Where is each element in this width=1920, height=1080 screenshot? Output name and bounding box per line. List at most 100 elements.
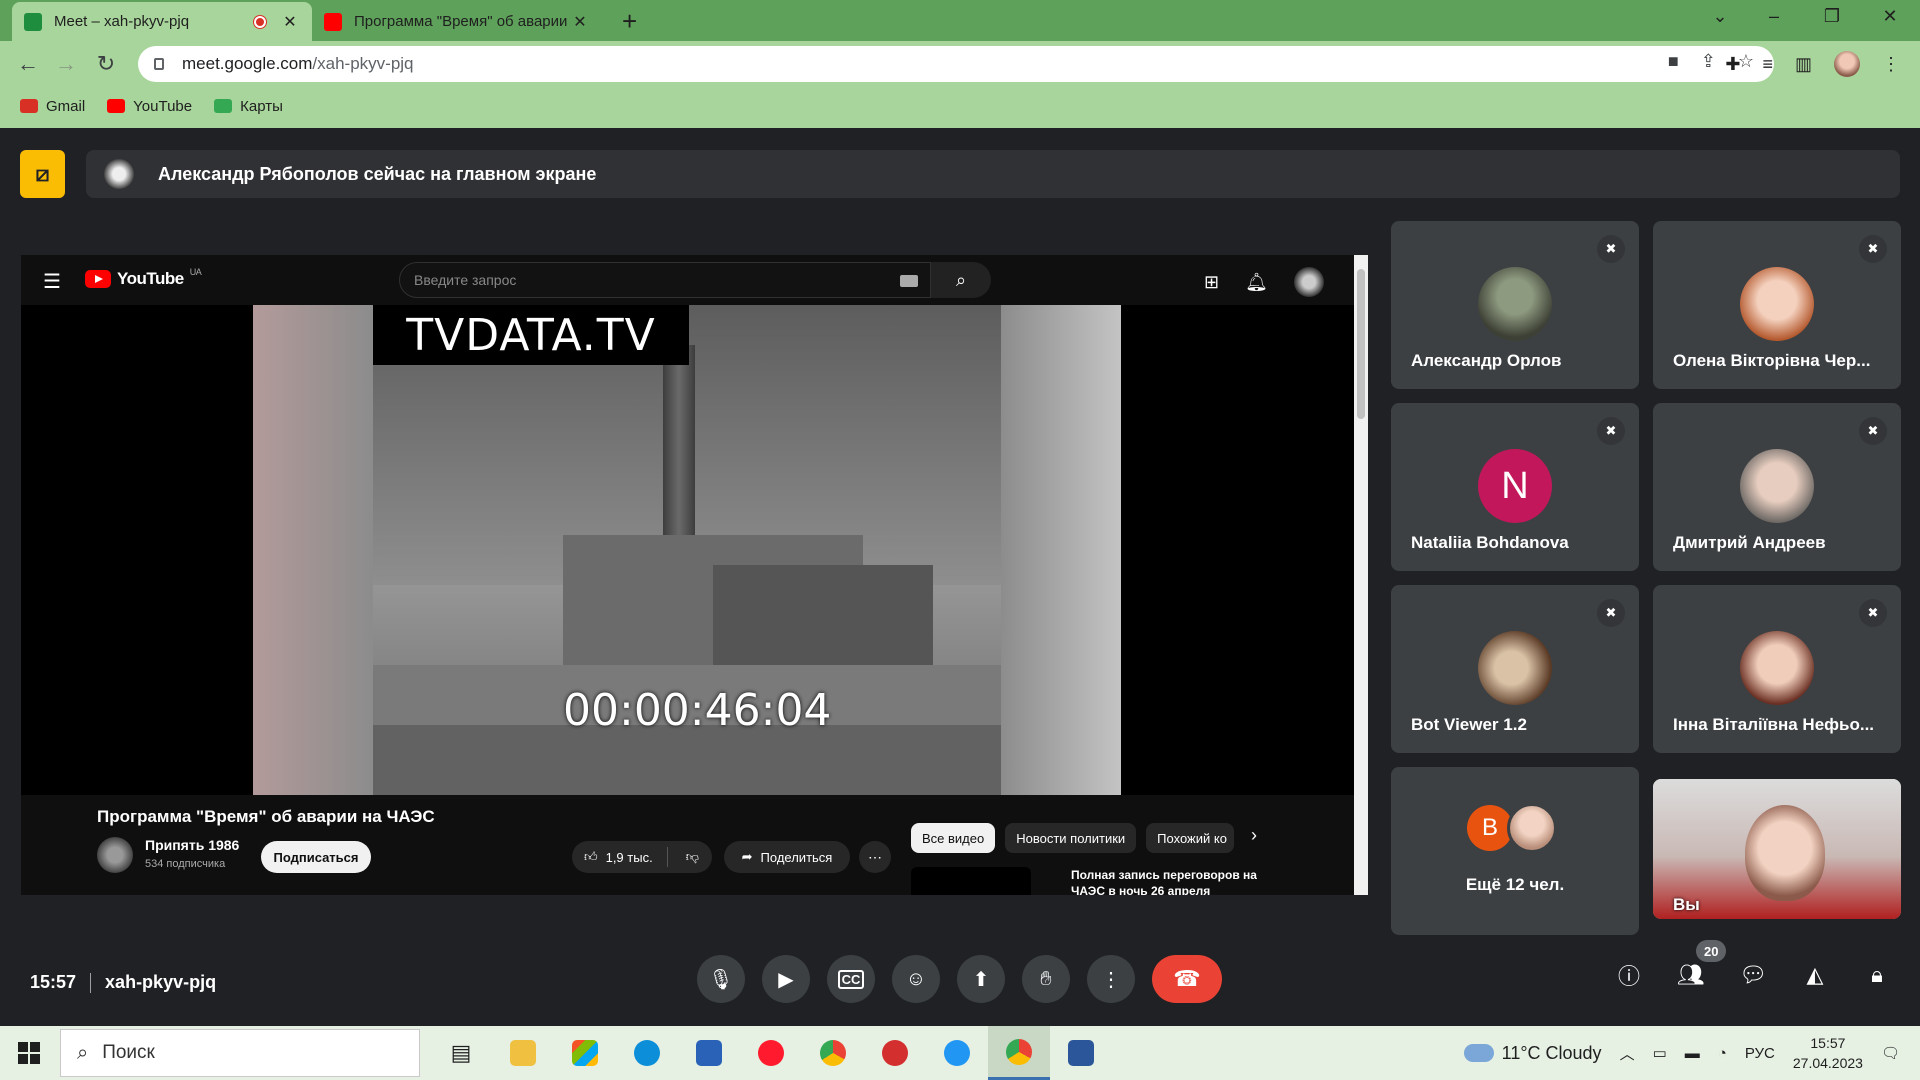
battery-icon[interactable]: ▬ bbox=[1685, 1045, 1700, 1062]
chrome-active-icon[interactable] bbox=[988, 1026, 1050, 1080]
thumbs-down-icon[interactable]: 👎︎ bbox=[686, 849, 699, 865]
tab-meet[interactable]: Meet – xah-pkyv-pjq ✕ bbox=[12, 2, 312, 41]
scrollbar[interactable] bbox=[1354, 255, 1368, 895]
chip-all[interactable]: Все видео bbox=[911, 823, 996, 853]
extensions-icon[interactable]: ✚ bbox=[1725, 54, 1740, 75]
forward-button[interactable]: → bbox=[52, 51, 80, 77]
bookmark-youtube[interactable]: YouTube bbox=[107, 98, 192, 115]
file-explorer-icon[interactable] bbox=[492, 1026, 554, 1080]
share-arrow-icon: ➦ bbox=[741, 849, 753, 864]
camera-button[interactable]: ▶ bbox=[762, 955, 810, 1003]
host-controls-button[interactable]: 🔒︎ bbox=[1862, 960, 1892, 990]
meeting-info-button[interactable]: ⓘ bbox=[1614, 960, 1644, 990]
share-icon[interactable]: ⇪ bbox=[1701, 51, 1716, 72]
reload-button[interactable]: ↻ bbox=[92, 51, 120, 77]
media-control-icon[interactable]: ≡ bbox=[1762, 54, 1773, 75]
youtube-search-button[interactable]: ⌕ bbox=[931, 262, 991, 298]
meeting-code: xah-pkyv-pjq bbox=[105, 972, 217, 992]
more-participants-tile[interactable]: B Ещё 12 чел. bbox=[1391, 767, 1639, 935]
hamburger-menu-icon[interactable]: ☰ bbox=[43, 269, 61, 294]
recommended-thumbnail[interactable] bbox=[911, 867, 1031, 895]
wifi-icon[interactable]: ◔ bbox=[1718, 1045, 1727, 1062]
chip-politics[interactable]: Новости политики bbox=[1005, 823, 1137, 853]
presenter-banner-text: Александр Рябополов сейчас на главном эк… bbox=[158, 163, 597, 184]
youtube-account-avatar[interactable] bbox=[1294, 267, 1324, 297]
address-bar[interactable]: meet.google.com/xah-pkyv-pjq ■ ⇪ ☆ bbox=[138, 46, 1774, 82]
participant-tile[interactable]: ✖ Александр Орлов bbox=[1391, 221, 1639, 389]
tab-youtube[interactable]: Программа "Время" об аварии ✕ bbox=[312, 2, 602, 41]
recommended-title[interactable]: Полная запись переговоров на ЧАЭС в ночь… bbox=[1071, 867, 1271, 895]
new-tab-button[interactable]: + bbox=[622, 6, 637, 37]
more-actions-button[interactable]: ⋯ bbox=[859, 841, 891, 873]
participant-tile[interactable]: ✖ Інна Віталіївна Нефьо... bbox=[1653, 585, 1901, 753]
remote-desktop-icon[interactable] bbox=[678, 1026, 740, 1080]
chrome-icon[interactable] bbox=[802, 1026, 864, 1080]
create-video-icon[interactable]: ⊞ bbox=[1204, 272, 1219, 293]
close-window-button[interactable]: ✕ bbox=[1870, 6, 1910, 27]
more-participants-label: Ещё 12 чел. bbox=[1465, 875, 1565, 894]
self-view-tile[interactable]: Вы bbox=[1653, 779, 1901, 919]
close-tab-icon[interactable]: ✕ bbox=[570, 12, 590, 32]
back-button[interactable]: ← bbox=[14, 51, 42, 77]
subscribe-button[interactable]: Подписаться bbox=[261, 841, 371, 873]
bookmark-gmail[interactable]: Gmail bbox=[20, 98, 85, 115]
channel-name[interactable]: Припять 1986 bbox=[145, 837, 239, 853]
chat-button[interactable]: 💬︎ bbox=[1738, 960, 1768, 990]
like-dislike-pill[interactable]: 👍︎ 1,9 тыс. 👎︎ bbox=[572, 841, 712, 873]
scrollbar-thumb[interactable] bbox=[1357, 269, 1365, 419]
channel-avatar[interactable] bbox=[97, 837, 133, 873]
people-button[interactable]: 👥︎ bbox=[1676, 960, 1706, 990]
side-panel-icon[interactable]: ▥ bbox=[1795, 54, 1812, 75]
youtube-logo[interactable]: YouTube UA bbox=[85, 267, 202, 289]
weather-widget[interactable]: 11°C Cloudy bbox=[1463, 1043, 1602, 1064]
raise-hand-button[interactable]: ✋︎ bbox=[1022, 955, 1070, 1003]
activities-button[interactable]: ◭ bbox=[1800, 960, 1830, 990]
store-icon[interactable] bbox=[554, 1026, 616, 1080]
task-view-icon[interactable]: ▤ bbox=[430, 1026, 492, 1080]
mic-muted-icon: ✖ bbox=[1597, 417, 1625, 445]
more-options-button[interactable]: ⋮ bbox=[1087, 955, 1135, 1003]
menu-icon[interactable]: ⋮ bbox=[1882, 54, 1900, 75]
lock-person-icon: 🔒︎ bbox=[1871, 962, 1883, 987]
ccleaner-icon[interactable] bbox=[926, 1026, 988, 1080]
chevron-right-icon[interactable]: › bbox=[1251, 825, 1257, 846]
reactions-button[interactable]: ☺ bbox=[892, 955, 940, 1003]
minimize-button[interactable]: – bbox=[1754, 6, 1794, 27]
participant-tile[interactable]: ✖ Bot Viewer 1.2 bbox=[1391, 585, 1639, 753]
profile-avatar[interactable] bbox=[1834, 51, 1860, 77]
language-indicator[interactable]: РУС bbox=[1745, 1045, 1775, 1062]
device-icon[interactable]: ▭ bbox=[1653, 1044, 1667, 1062]
bookmark-maps[interactable]: Карты bbox=[214, 98, 283, 115]
taskbar-clock[interactable]: 15:57 27.04.2023 bbox=[1793, 1033, 1863, 1073]
leave-call-button[interactable]: ☎︎ bbox=[1152, 955, 1222, 1003]
opera-icon[interactable] bbox=[740, 1026, 802, 1080]
notifications-icon[interactable]: 🗨︎ bbox=[1881, 1044, 1900, 1062]
microphone-button[interactable]: 🎙︎ bbox=[697, 955, 745, 1003]
thumbs-up-icon[interactable]: 👍︎ bbox=[584, 849, 598, 865]
chip-similar[interactable]: Похожий ко bbox=[1146, 823, 1235, 853]
chevron-up-icon[interactable]: ︿ bbox=[1620, 1043, 1635, 1064]
close-tab-icon[interactable]: ✕ bbox=[280, 12, 300, 32]
edge-icon[interactable] bbox=[616, 1026, 678, 1080]
participant-name: Олена Вікторівна Чер... bbox=[1673, 351, 1871, 370]
app-red-icon[interactable] bbox=[864, 1026, 926, 1080]
keyboard-icon[interactable] bbox=[900, 275, 918, 287]
camera-icon[interactable]: ■ bbox=[1668, 51, 1679, 72]
participant-tile[interactable]: ✖ Олена Вікторівна Чер... bbox=[1653, 221, 1901, 389]
taskbar-search-input[interactable]: ⌕ Поиск bbox=[60, 1029, 420, 1077]
captions-button[interactable]: CC bbox=[827, 955, 875, 1003]
notifications-bell-icon[interactable]: 🔔︎ bbox=[1245, 272, 1268, 293]
participant-tile[interactable]: ✖ N Nataliia Bohdanova bbox=[1391, 403, 1639, 571]
tab-search-icon[interactable]: ⌄ bbox=[1700, 6, 1740, 27]
maximize-button[interactable]: ❐ bbox=[1812, 6, 1852, 27]
presentation-icon[interactable]: ⧄ bbox=[20, 150, 65, 198]
participant-tile[interactable]: ✖ Дмитрий Андреев bbox=[1653, 403, 1901, 571]
present-button[interactable]: ⬆ bbox=[957, 955, 1005, 1003]
windows-start-icon[interactable] bbox=[18, 1042, 40, 1064]
share-button[interactable]: ➦ Поделиться bbox=[724, 841, 850, 873]
youtube-search-input[interactable]: Введите запрос bbox=[399, 262, 931, 298]
video-player[interactable]: TVDATA.TV 00:00:46:04 bbox=[21, 305, 1354, 795]
self-face bbox=[1745, 805, 1825, 901]
word-icon[interactable] bbox=[1050, 1026, 1112, 1080]
mic-muted-icon: ✖ bbox=[1859, 235, 1887, 263]
